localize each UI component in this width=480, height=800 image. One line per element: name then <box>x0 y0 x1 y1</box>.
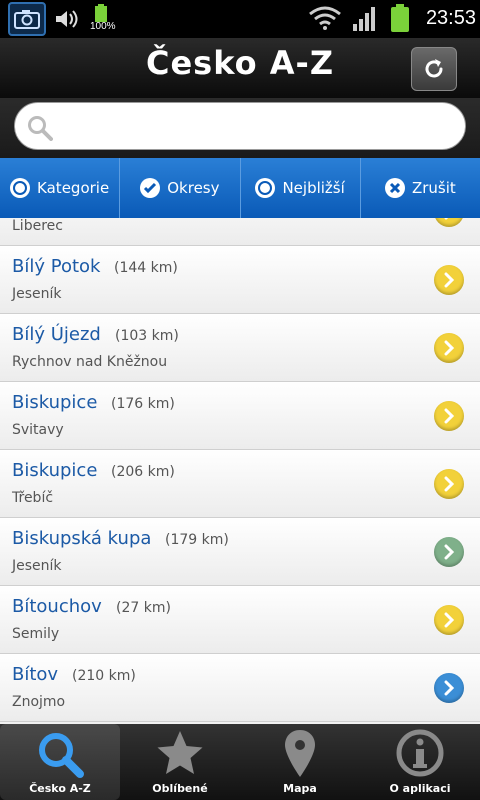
place-region: Semily <box>12 626 60 642</box>
filter-label: Nejbližší <box>282 179 345 197</box>
place-name: Biskupská kupa <box>12 528 152 549</box>
list-item[interactable]: Biskupice (176 km) Svitavy <box>0 382 480 450</box>
list-item[interactable]: Bílý Potok(10 km)Liberec <box>0 218 480 246</box>
place-region: Jeseník <box>12 286 62 302</box>
filter-label: Zrušit <box>411 179 456 197</box>
chevron-right-icon[interactable] <box>434 605 464 635</box>
place-name: Bítov <box>12 664 59 685</box>
tab-oblibene[interactable]: Oblíbené <box>120 724 240 800</box>
tab-label: O aplikaci <box>389 782 451 795</box>
filter-label: Okresy <box>167 179 220 197</box>
search-box[interactable] <box>14 102 466 150</box>
filter-okresy[interactable]: Okresy <box>120 158 241 218</box>
place-region: Liberec <box>12 218 63 234</box>
place-region: Svitavy <box>12 422 64 438</box>
tab-label: Oblíbené <box>152 782 208 795</box>
close-icon <box>384 178 405 198</box>
refresh-icon <box>425 59 443 78</box>
list-item[interactable]: Bílý Potok (144 km) Jeseník <box>0 246 480 314</box>
tab-mapa[interactable]: Mapa <box>240 724 360 800</box>
camera-notification-icon <box>8 2 46 36</box>
star-icon <box>157 731 203 774</box>
place-region: Jeseník <box>12 558 62 574</box>
tab-o-aplikaci[interactable]: O aplikaci <box>360 724 480 800</box>
radio-unchecked-icon <box>255 178 276 198</box>
radio-unchecked-icon <box>10 178 31 198</box>
place-distance: (210 km) <box>72 668 136 684</box>
filter-zrusit[interactable]: Zrušit <box>361 158 480 218</box>
tab-cesko-a-z[interactable]: Česko A-Z <box>0 724 120 800</box>
search-icon <box>39 733 84 778</box>
search-area <box>0 98 480 158</box>
list-item[interactable]: Biskupice (206 km) Třebíč <box>0 450 480 518</box>
chevron-right-icon[interactable] <box>434 537 464 567</box>
title-bar: Česko A-Z <box>0 38 480 98</box>
list-item[interactable]: Bílý Újezd (103 km) Rychnov nad Kněžnou <box>0 314 480 382</box>
chevron-right-icon[interactable] <box>434 401 464 431</box>
chevron-right-icon[interactable] <box>434 673 464 703</box>
filter-bar: Kategorie Okresy Nejbližší Zrušit <box>0 158 480 218</box>
filter-kategorie[interactable]: Kategorie <box>0 158 121 218</box>
search-icon <box>28 116 53 141</box>
clock: 23:53 <box>425 7 476 29</box>
info-icon <box>396 729 444 777</box>
place-name: Biskupice <box>12 392 98 413</box>
chevron-right-icon[interactable] <box>434 218 464 227</box>
place-distance: (103 km) <box>115 328 179 344</box>
list-item[interactable]: Biskupská kupa (179 km) Jeseník <box>0 518 480 586</box>
place-name: Bílý Újezd <box>12 324 101 345</box>
page-title: Česko A-Z <box>145 44 335 82</box>
wifi-icon <box>309 6 341 30</box>
search-input[interactable] <box>63 111 453 143</box>
chevron-right-icon[interactable] <box>434 333 464 363</box>
place-name: Bítouchov <box>12 596 102 617</box>
place-distance: (206 km) <box>111 464 175 480</box>
chevron-right-icon[interactable] <box>434 265 464 295</box>
filter-nejblizsi[interactable]: Nejbližší <box>241 158 361 218</box>
filter-label: Kategorie <box>37 179 110 197</box>
bottom-navigation: Česko A-Z Oblíbené Mapa O aplikaci <box>0 724 480 800</box>
place-name: Bílý Potok <box>12 256 101 277</box>
signal-icon <box>353 7 375 31</box>
tab-label: Mapa <box>283 782 317 795</box>
check-icon <box>140 178 161 198</box>
battery-percent: 100% <box>90 21 116 32</box>
status-bar: 100% 23:53 <box>0 0 480 38</box>
list-item[interactable]: Bítouchov (27 km) Semily <box>0 586 480 654</box>
refresh-button[interactable] <box>411 47 457 91</box>
place-distance: (176 km) <box>111 396 175 412</box>
place-region: Třebíč <box>12 490 54 506</box>
chevron-right-icon[interactable] <box>434 469 464 499</box>
place-distance: (27 km) <box>116 600 171 616</box>
volume-icon <box>56 10 78 28</box>
place-name: Biskupice <box>12 460 98 481</box>
battery-icon <box>391 4 409 32</box>
map-pin-icon <box>285 730 315 777</box>
place-distance: (144 km) <box>114 260 178 276</box>
place-region: Rychnov nad Kněžnou <box>12 354 168 370</box>
tab-label: Česko A-Z <box>29 782 91 795</box>
place-region: Znojmo <box>12 694 66 710</box>
list-item[interactable]: Bítov (210 km) Znojmo <box>0 654 480 722</box>
battery-small-icon <box>95 4 107 22</box>
places-list[interactable]: Bílý Potok(10 km)Liberec Bílý Potok (144 k… <box>0 218 480 724</box>
place-distance: (179 km) <box>165 532 229 548</box>
